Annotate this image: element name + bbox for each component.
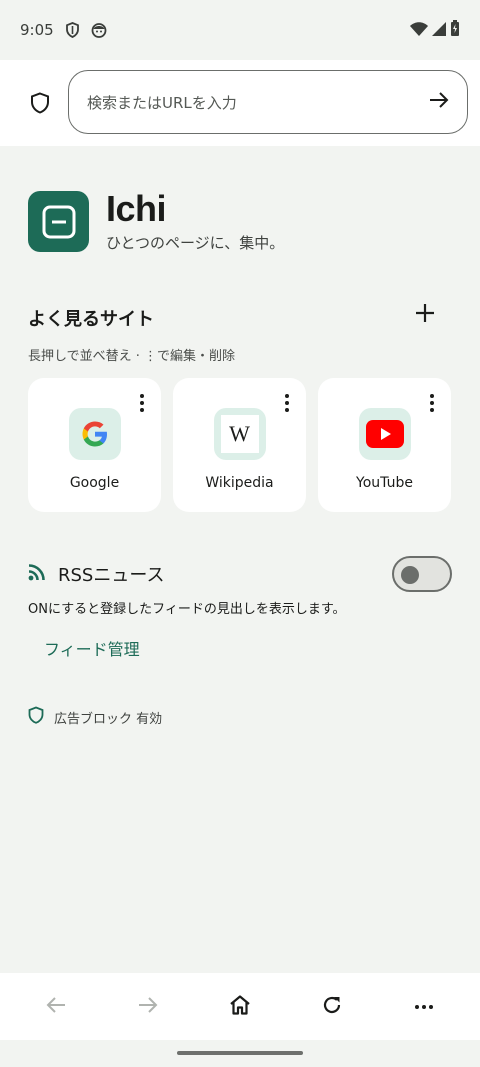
url-search-field[interactable]: 検索またはURLを入力: [68, 70, 468, 134]
forward-button[interactable]: [128, 987, 168, 1027]
url-placeholder: 検索またはURLを入力: [87, 93, 237, 112]
top-sites-hint: 長押しで並べ替え · ⋮で編集・削除: [28, 349, 236, 364]
shield-icon: [28, 706, 44, 728]
site-tile-youtube[interactable]: YouTube: [318, 378, 451, 512]
bottom-navigation: [0, 973, 480, 1040]
rss-section-header: RSSニュース: [28, 556, 452, 592]
reload-icon: [322, 995, 342, 1019]
top-sites-title: よく見るサイト: [28, 309, 154, 330]
more-icon: [415, 1004, 433, 1009]
wikipedia-w-icon: W: [213, 408, 266, 460]
site-label: Google: [69, 475, 120, 491]
site-tile-wikipedia[interactable]: W Wikipedia: [173, 378, 306, 512]
feed-manage-link[interactable]: フィード管理: [44, 636, 140, 660]
site-menu-button[interactable]: [429, 394, 435, 412]
shield-status-icon: [64, 21, 82, 39]
cell-signal-icon: [432, 21, 446, 40]
adblock-text: 広告ブロック 有効: [54, 711, 163, 727]
site-tile-google[interactable]: Google: [28, 378, 161, 512]
home-button[interactable]: [220, 987, 260, 1027]
plus-icon: [415, 303, 435, 327]
gesture-handle[interactable]: [177, 1051, 303, 1055]
status-bar: 9:05: [0, 0, 480, 60]
more-button[interactable]: [404, 987, 444, 1027]
arrow-right-icon[interactable]: [429, 91, 449, 113]
rss-toggle-knob: [401, 566, 419, 584]
youtube-play-icon: [358, 408, 411, 460]
brand-title: Ichi: [106, 188, 167, 229]
wifi-icon: [410, 21, 428, 40]
rss-description: ONにすると登録したフィードの見出しを表示します。: [28, 602, 346, 617]
browser-toolbar: 検索またはURLを入力: [0, 60, 480, 146]
wikipedia-w-glyph: W: [220, 415, 259, 453]
site-menu-button[interactable]: [139, 394, 145, 412]
home-icon: [229, 994, 251, 1019]
battery-icon: [450, 20, 460, 40]
shield-icon[interactable]: [28, 91, 52, 115]
adblock-status: 広告ブロック 有効: [28, 706, 162, 728]
forward-icon: [138, 996, 158, 1018]
site-label: Wikipedia: [205, 475, 274, 491]
rss-icon: [28, 563, 46, 585]
face-status-icon: [90, 21, 108, 39]
status-right-icons: [410, 20, 460, 40]
top-sites-grid: Google W Wikipedia YouTube: [28, 378, 451, 512]
app-logo-icon: [28, 191, 89, 252]
back-icon: [46, 996, 66, 1018]
reload-button[interactable]: [312, 987, 352, 1027]
site-menu-button[interactable]: [284, 394, 290, 412]
rss-toggle[interactable]: [392, 556, 452, 592]
brand-subtitle: ひとつのページに、集中。: [106, 234, 285, 252]
google-g-icon: [68, 408, 121, 460]
add-site-button[interactable]: [410, 300, 440, 330]
status-time: 9:05: [20, 21, 54, 39]
site-label: YouTube: [356, 475, 413, 491]
back-button[interactable]: [36, 987, 76, 1027]
brand-header: Ichi ひとつのページに、集中。: [28, 190, 284, 253]
rss-title: RSSニュース: [58, 565, 165, 586]
